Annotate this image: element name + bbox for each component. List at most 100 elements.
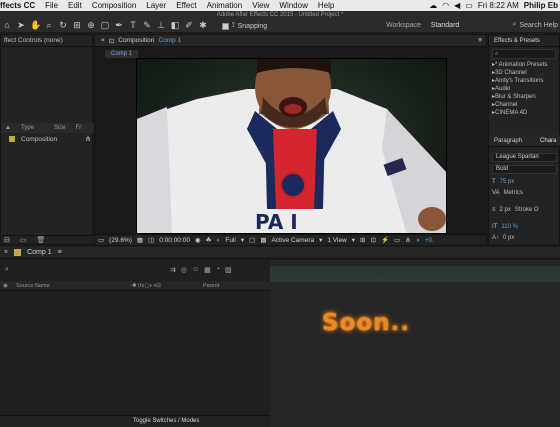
workspace-selector[interactable]: Workspace Standard bbox=[386, 22, 459, 29]
timecode[interactable]: 0:00:00:00 bbox=[159, 237, 190, 244]
chevron-down-icon[interactable]: ▾ bbox=[241, 236, 244, 244]
flowchart-icon[interactable]: ⋔ bbox=[405, 236, 410, 244]
effects-search-input[interactable]: ⌕ bbox=[492, 49, 556, 59]
pan-behind-icon[interactable]: ⊕ bbox=[86, 20, 96, 30]
menu-animation[interactable]: Animation bbox=[202, 0, 248, 11]
col-source-name[interactable]: Source Name bbox=[16, 283, 50, 289]
menu-edit[interactable]: Edit bbox=[63, 0, 87, 11]
views-select[interactable]: 1 View bbox=[327, 237, 346, 244]
menu-layer[interactable]: Layer bbox=[141, 0, 171, 11]
stroke-width-value[interactable]: 2 px bbox=[500, 207, 511, 213]
search-help-label[interactable]: Search Help bbox=[519, 22, 558, 29]
menu-icon[interactable]: ≡ bbox=[58, 249, 62, 256]
menu-composition[interactable]: Composition bbox=[87, 0, 141, 11]
timeline-graph-area[interactable]: Soon.. bbox=[270, 260, 560, 427]
transparency-grid-icon[interactable]: ▩ bbox=[260, 236, 266, 244]
search-help[interactable]: ⌕ Search Help bbox=[513, 21, 558, 29]
fx-category[interactable]: ▸CINEMA 4D bbox=[489, 109, 559, 117]
fx-category[interactable]: ▸Blur & Sharpen bbox=[489, 93, 559, 101]
effects-presets-tab[interactable]: Effects & Presets bbox=[489, 35, 559, 47]
menu-file[interactable]: File bbox=[40, 0, 63, 11]
composition-viewer[interactable]: PA I bbox=[136, 58, 447, 234]
menu-effect[interactable]: Effect bbox=[171, 0, 201, 11]
interpret-footage-icon[interactable]: ⊟ bbox=[4, 236, 10, 244]
effect-controls-tab[interactable]: ffect Controls (none) bbox=[1, 35, 92, 47]
camera-tool-icon[interactable]: ⊞ bbox=[72, 20, 82, 30]
toggle-switches-modes[interactable]: Toggle Switches / Modes bbox=[133, 418, 199, 424]
col-parent[interactable]: Parent bbox=[203, 283, 219, 289]
flowchart-icon[interactable]: ⋔ bbox=[85, 135, 91, 143]
shy-icon[interactable]: ☺ bbox=[192, 266, 199, 274]
fx-category[interactable]: ▸Andy's Transitions bbox=[489, 77, 559, 85]
app-menu[interactable]: ffects CC bbox=[0, 0, 40, 11]
kerning-value[interactable]: Metrics bbox=[504, 190, 523, 196]
roto-tool-icon[interactable]: ✐ bbox=[184, 20, 194, 30]
chevron-down-icon[interactable]: ▾ bbox=[352, 236, 355, 244]
clone-tool-icon[interactable]: ⊥ bbox=[156, 20, 166, 30]
time-ruler[interactable] bbox=[270, 266, 560, 282]
timeline-icon[interactable]: ▭ bbox=[394, 236, 400, 244]
menu-help[interactable]: Help bbox=[313, 0, 339, 11]
timeline-tab[interactable]: × Comp 1 ≡ bbox=[0, 247, 560, 259]
close-icon[interactable]: × bbox=[101, 37, 105, 44]
fast-preview-icon[interactable]: ⚡ bbox=[381, 236, 389, 244]
stroke-mode-select[interactable]: Stroke O bbox=[515, 207, 539, 213]
puppet-tool-icon[interactable]: ✱ bbox=[198, 20, 208, 30]
font-style-select[interactable]: Bold bbox=[492, 165, 557, 174]
mask-visibility-icon[interactable]: ◫ bbox=[148, 236, 154, 244]
camera-select[interactable]: Active Camera bbox=[271, 237, 314, 244]
menu-icon[interactable]: ≡ bbox=[478, 37, 486, 44]
fx-category[interactable]: ▸* Animation Presets bbox=[489, 61, 559, 69]
cloud-icon[interactable]: ☁ bbox=[429, 1, 437, 10]
project-item[interactable]: Composition ⋔ bbox=[1, 134, 94, 144]
rotate-tool-icon[interactable]: ↻ bbox=[58, 20, 68, 30]
fx-category[interactable]: ▸Audio bbox=[489, 85, 559, 93]
volume-icon[interactable]: ◀ bbox=[454, 1, 460, 10]
font-size-value[interactable]: 75 px bbox=[500, 179, 515, 185]
motion-blur-icon[interactable]: ◔ bbox=[216, 266, 220, 274]
battery-icon[interactable]: ▭ bbox=[465, 1, 473, 10]
grid-icon[interactable]: ▦ bbox=[137, 236, 143, 244]
snapping-checkbox[interactable] bbox=[222, 22, 229, 30]
wifi-icon[interactable]: ◠ bbox=[442, 1, 449, 10]
color-manage-icon[interactable]: ◐ bbox=[216, 237, 220, 244]
baseline-shift-value[interactable]: 0 px bbox=[503, 235, 514, 241]
type-tool-icon[interactable]: T bbox=[128, 20, 138, 30]
font-family-select[interactable]: League Spartan bbox=[492, 153, 557, 162]
comp-flowchart-icon[interactable]: ⇉ bbox=[170, 266, 176, 274]
exposure-icon[interactable]: ◑ bbox=[416, 237, 420, 244]
exposure-value[interactable]: +0. bbox=[425, 237, 434, 244]
magnification-value[interactable]: (29.6%) bbox=[109, 237, 132, 244]
search-icon[interactable]: ⌕ bbox=[5, 266, 9, 274]
col-type[interactable]: Type bbox=[21, 125, 34, 131]
composition-tab[interactable]: × ⊡ Composition Comp 1 ≡ bbox=[95, 35, 486, 47]
graph-editor-icon[interactable]: ▨ bbox=[225, 266, 232, 274]
channel-icon[interactable]: ☘ bbox=[206, 236, 212, 244]
trash-icon[interactable]: 🗑 bbox=[37, 236, 46, 244]
chevron-down-icon[interactable]: ▾ bbox=[319, 236, 322, 244]
zoom-tool-icon[interactable]: ⌕ bbox=[44, 20, 54, 30]
fx-category[interactable]: ▸3D Channel bbox=[489, 69, 559, 77]
hand-tool-icon[interactable]: ✋ bbox=[30, 20, 41, 30]
sort-icon[interactable]: ▲ bbox=[5, 125, 11, 131]
layout-icon[interactable]: ⊞ bbox=[360, 236, 365, 244]
lock-icon[interactable]: ⊡ bbox=[109, 37, 114, 45]
resolution-select[interactable]: Full bbox=[225, 237, 235, 244]
eraser-tool-icon[interactable]: ◧ bbox=[170, 20, 180, 30]
frame-blend-icon[interactable]: ▦ bbox=[204, 266, 211, 274]
vertical-scale-value[interactable]: 110 % bbox=[501, 224, 518, 230]
col-fr[interactable]: Fr bbox=[76, 125, 82, 131]
tab-character[interactable]: Chara bbox=[522, 135, 556, 146]
new-folder-icon[interactable]: ▭ bbox=[20, 236, 27, 244]
workspace-value[interactable]: Standard bbox=[427, 22, 459, 29]
comp-breadcrumb[interactable]: Comp 1 bbox=[105, 50, 139, 58]
pen-tool-icon[interactable]: ✒ bbox=[114, 20, 124, 30]
col-size[interactable]: Size bbox=[54, 125, 66, 131]
mask-tool-icon[interactable]: ▢ bbox=[100, 20, 110, 30]
menu-view[interactable]: View bbox=[247, 0, 274, 11]
menu-window[interactable]: Window bbox=[274, 0, 312, 11]
pixel-aspect-icon[interactable]: ⊡ bbox=[370, 236, 375, 244]
snapping-toggle[interactable]: ⟟ Snapping bbox=[222, 22, 267, 30]
fx-category[interactable]: ▸Channel bbox=[489, 101, 559, 109]
snapshot-icon[interactable]: ◉ bbox=[195, 236, 201, 244]
